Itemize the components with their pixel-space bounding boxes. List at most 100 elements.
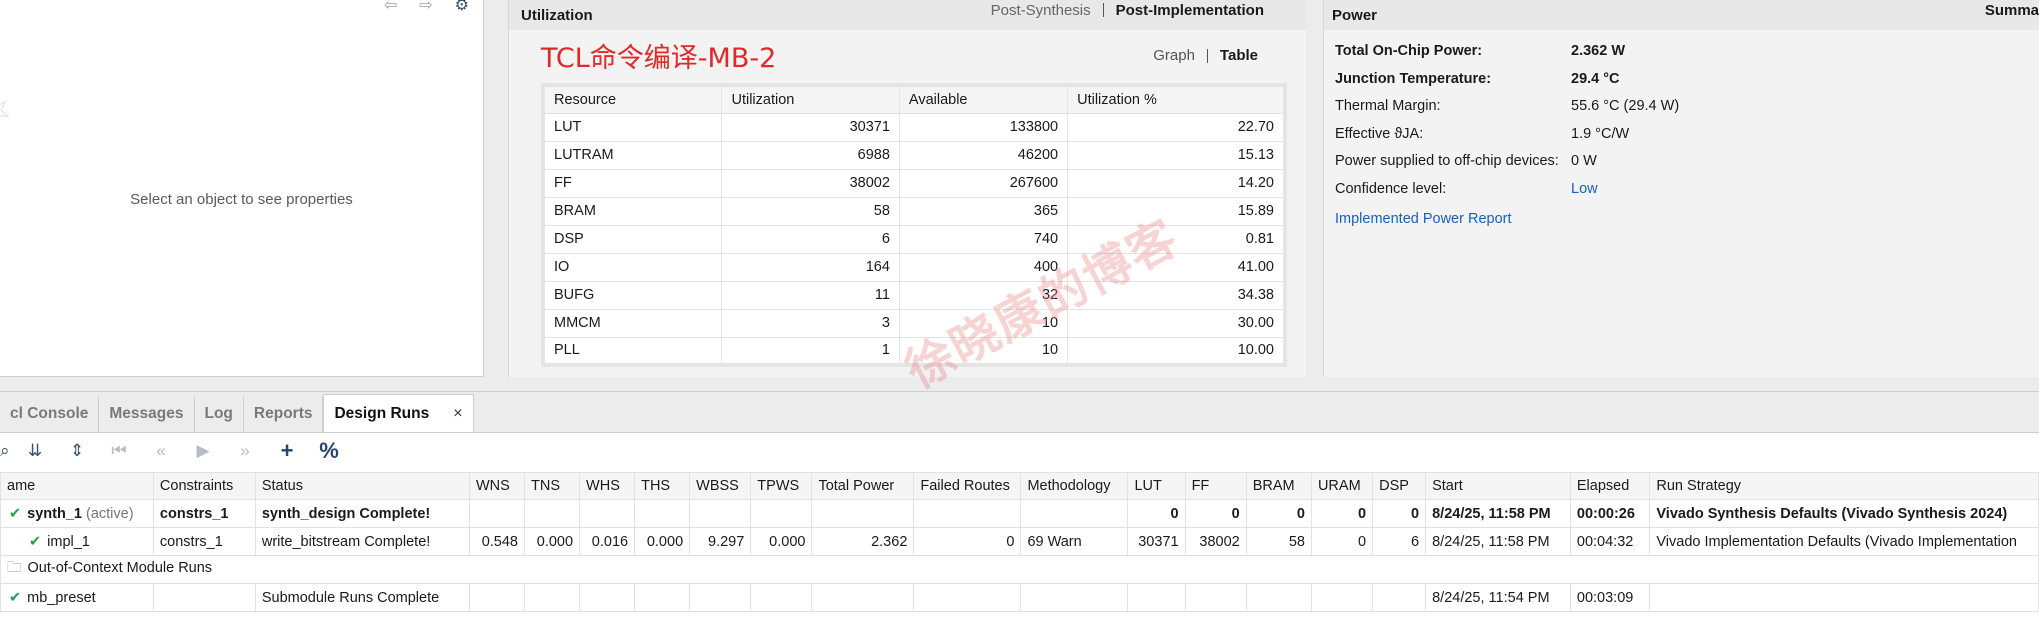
util-cell: 15.13	[1067, 140, 1286, 170]
util-cell: 10	[898, 336, 1069, 366]
run-cell: 0	[1184, 499, 1247, 528]
runs-col-header[interactable]: Run Strategy	[1649, 472, 2039, 500]
runs-col-header[interactable]: WNS	[468, 472, 526, 500]
run-cell: 0	[1245, 499, 1312, 528]
runs-col-header[interactable]: ame	[0, 472, 154, 500]
util-col-header[interactable]: Utilization %	[1067, 84, 1286, 114]
run-cell	[1020, 583, 1129, 612]
util-row[interactable]: LUTRAM 6988 46200 15.13	[542, 140, 1286, 170]
power-label: Total On-Chip Power:	[1335, 43, 1483, 59]
power-value: 2.362 W	[1571, 43, 1625, 59]
runs-col-header[interactable]: Status	[254, 472, 470, 500]
util-cell: BRAM	[542, 196, 723, 226]
summary-label[interactable]: Summa	[1985, 2, 2039, 19]
runs-col-header[interactable]: BRAM	[1245, 472, 1312, 500]
run-cell: 6	[1372, 527, 1427, 556]
tab-post-synthesis[interactable]: Post-Synthesis	[979, 2, 1103, 19]
power-value: 1.9 °C/W	[1571, 125, 1630, 142]
gear-icon[interactable]: ⚙	[455, 0, 469, 14]
runs-col-header[interactable]: Constraints	[152, 472, 256, 500]
graph-view-toggle[interactable]: Graph	[1141, 47, 1207, 64]
tab-reports[interactable]: Reports	[244, 396, 324, 432]
runs-col-header[interactable]: TPWS	[750, 472, 813, 500]
runs-group-row[interactable]: 🗀 Out-of-Context Module Runs	[0, 555, 2039, 584]
runs-group-cell[interactable]: 🗀 Out-of-Context Module Runs	[0, 555, 2039, 584]
util-row[interactable]: LUT 30371 133800 22.70	[542, 112, 1286, 142]
run-name-cell[interactable]: ✔ synth_1 (active)	[0, 499, 154, 528]
table-view-toggle[interactable]: Table	[1208, 47, 1270, 64]
util-row[interactable]: PLL 1 10 10.00	[542, 336, 1286, 366]
runs-col-header[interactable]: WBSS	[689, 472, 752, 500]
check-icon: ✔	[9, 505, 22, 522]
util-col-header[interactable]: Available	[898, 84, 1069, 114]
runs-col-header[interactable]: FF	[1184, 472, 1247, 500]
util-row[interactable]: DSP 6 740 0.81	[542, 224, 1286, 254]
runs-col-header[interactable]: Start	[1425, 472, 1571, 500]
util-row[interactable]: BRAM 58 365 15.89	[542, 196, 1286, 226]
util-row[interactable]: BUFG 11 32 34.38	[542, 280, 1286, 310]
run-cell: 9.297	[689, 527, 752, 556]
back-arrow-icon[interactable]: ⇦	[384, 0, 397, 14]
implemented-power-report-link[interactable]: Implemented Power Report	[1335, 211, 1512, 231]
runs-col-header[interactable]: URAM	[1310, 472, 1374, 500]
run-cell	[152, 583, 256, 612]
runs-col-header[interactable]: Failed Routes	[913, 472, 1022, 500]
run-cell: write_bitstream Complete!	[254, 527, 470, 556]
util-col-header[interactable]: Utilization	[721, 84, 900, 114]
confidence-link[interactable]: Low	[1571, 181, 1598, 197]
runs-col-header[interactable]: TNS	[523, 472, 581, 500]
power-value: 0 W	[1571, 153, 1597, 169]
util-row[interactable]: FF 38002 267600 14.20	[542, 168, 1286, 198]
util-cell: 0.81	[1067, 224, 1286, 254]
util-cell: BUFG	[542, 280, 723, 310]
run-cell	[689, 499, 752, 528]
run-name-cell[interactable]: ✔ impl_1	[0, 527, 154, 556]
runs-col-header[interactable]: Elapsed	[1569, 472, 1651, 500]
tab-post-implementation[interactable]: Post-Implementation	[1104, 2, 1276, 19]
properties-toolbar: ⇦ ⇨ ⚙	[384, 0, 483, 14]
util-row[interactable]: MMCM 3 10 30.00	[542, 308, 1286, 338]
util-col-header[interactable]: Resource	[542, 84, 723, 114]
run-cell: 00:00:26	[1569, 499, 1651, 528]
add-icon[interactable]: +	[266, 438, 308, 464]
util-row[interactable]: IO 164 400 41.00	[542, 252, 1286, 282]
runs-col-header[interactable]: Total Power	[811, 472, 915, 500]
folder-icon: 🗀	[7, 560, 22, 576]
tab-label: Log	[204, 405, 233, 422]
close-icon[interactable]: ×	[453, 405, 462, 423]
run-cell	[811, 499, 915, 528]
utilization-title: Utilization	[521, 6, 593, 24]
tab-log[interactable]: Log	[195, 396, 244, 432]
expand-all-icon[interactable]: ⇕	[56, 441, 98, 461]
next-icon[interactable]: »	[224, 441, 266, 461]
forward-arrow-icon[interactable]: ⇨	[419, 0, 432, 14]
runs-col-header[interactable]: LUT	[1127, 472, 1186, 500]
run-cell	[1020, 499, 1129, 528]
run-cell: 30371	[1127, 527, 1186, 556]
previous-icon[interactable]: «	[140, 441, 182, 461]
run-cell: 38002	[1184, 527, 1247, 556]
percent-icon[interactable]: %	[308, 438, 350, 464]
runs-col-header[interactable]: DSP	[1372, 472, 1427, 500]
tab-messages[interactable]: Messages	[99, 396, 195, 432]
runs-col-header[interactable]: WHS	[579, 472, 636, 500]
run-name: impl_1	[47, 533, 90, 550]
runs-col-header[interactable]: Methodology	[1020, 472, 1129, 500]
search-icon[interactable]: ⌕	[0, 441, 14, 461]
tab-cl-console[interactable]: cl Console	[0, 396, 100, 432]
run-icon[interactable]: ▶	[182, 441, 224, 461]
run-name-cell[interactable]: ✔ mb_preset	[0, 583, 154, 612]
run-name: synth_1	[27, 505, 82, 522]
util-cell: 34.38	[1067, 280, 1286, 310]
runs-row[interactable]: ✔ synth_1 (active) constrs_1 synth_design C…	[0, 499, 2039, 528]
util-cell: 10	[898, 308, 1069, 338]
power-label: Effective ϑJA:	[1335, 125, 1424, 142]
collapse-all-icon[interactable]: ⇊	[14, 441, 56, 461]
first-icon[interactable]: ⏮	[98, 441, 140, 461]
runs-col-header[interactable]: THS	[634, 472, 691, 500]
util-cell: 32	[898, 280, 1069, 310]
runs-row[interactable]: ✔ mb_preset Submodule Runs Complete 8/24/25…	[0, 583, 2039, 612]
run-cell: 00:04:32	[1569, 527, 1651, 556]
tab-design-runs[interactable]: Design Runs ×	[323, 394, 474, 432]
runs-row[interactable]: ✔ impl_1 constrs_1 write_bitstream Complete…	[0, 527, 2039, 556]
